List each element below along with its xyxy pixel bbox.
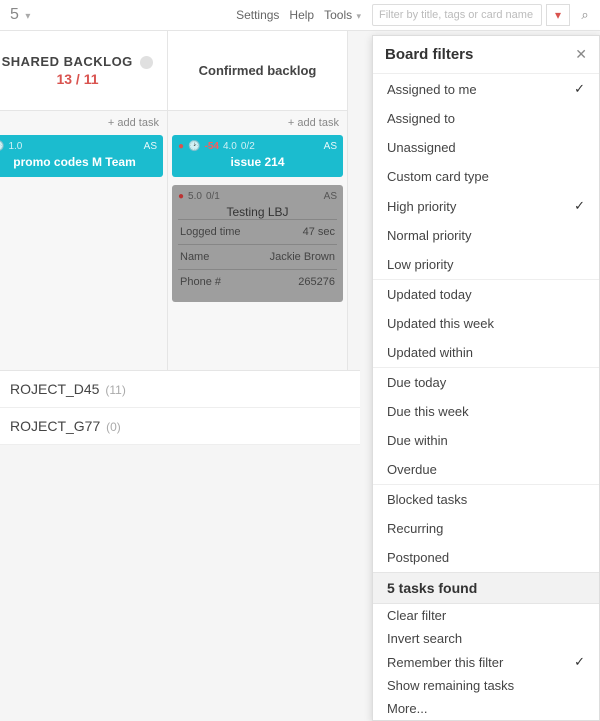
column-title: Confirmed backlog <box>199 63 317 78</box>
column-confirmed-backlog: Confirmed backlog + add task ● 🕑 -54 4.0… <box>168 31 348 370</box>
filter-item[interactable]: Low priority <box>373 250 599 279</box>
check-icon: ✓ <box>574 198 585 214</box>
panel-title: Board filters <box>385 46 575 63</box>
filter-item[interactable]: Overdue <box>373 455 599 484</box>
filter-item[interactable]: Normal priority <box>373 221 599 250</box>
filter-toggle-button[interactable]: ▾ <box>546 4 570 26</box>
help-link[interactable]: Help <box>284 8 319 22</box>
filter-item[interactable]: Assigned to <box>373 104 599 133</box>
board-filters-panel: Board filters ✕ Assigned to me✓ Assigned… <box>372 35 600 721</box>
card[interactable]: 🕑 1.0 AS promo codes M Team <box>0 135 163 177</box>
project-count: (11) <box>105 383 125 397</box>
info-icon[interactable] <box>140 56 153 69</box>
card[interactable]: ● 5.0 0/1 AS Testing LBJ Logged time 47 … <box>172 185 343 302</box>
column-title: SHARED BACKLOG <box>2 54 133 69</box>
card-estimate: 5.0 <box>188 191 202 202</box>
chevron-down-icon: ▾ <box>25 11 30 22</box>
check-icon: ✓ <box>574 654 585 670</box>
clock-icon: 🕑 <box>0 141 4 152</box>
card-estimate: 4.0 <box>223 141 237 152</box>
card-title: issue 214 <box>178 153 337 169</box>
filter-status: 5 tasks found <box>373 572 599 604</box>
column-shared-backlog: SHARED BACKLOG 13 / 11 + add task 🕑 1.0 … <box>0 31 168 370</box>
column-header: Confirmed backlog <box>168 31 347 111</box>
funnel-icon: ▾ <box>555 8 561 22</box>
chevron-down-icon: ▾ <box>356 11 361 21</box>
filter-list: Assigned to me✓ Assigned to Unassigned C… <box>373 74 599 572</box>
search-icon: ⌕ <box>581 7 588 23</box>
card-field: Logged time 47 sec <box>178 219 337 244</box>
settings-link[interactable]: Settings <box>231 8 284 22</box>
card-overdue: -54 <box>205 141 219 152</box>
card-subtask-ratio: 0/2 <box>241 141 255 152</box>
filter-item[interactable]: Custom card type <box>373 162 599 191</box>
filter-item[interactable]: Due this week <box>373 397 599 426</box>
topbar: 5 ▾ Settings Help Tools ▾ ▾ ⌕ <box>0 0 600 30</box>
card-title: promo codes M Team <box>0 153 157 169</box>
filter-item[interactable]: Postponed <box>373 543 599 572</box>
column-header: SHARED BACKLOG 13 / 11 <box>0 31 167 111</box>
search-button[interactable]: ⌕ <box>574 4 596 26</box>
filter-item[interactable]: Due today <box>373 368 599 397</box>
filter-input[interactable] <box>372 4 542 26</box>
filter-item[interactable]: Due within <box>373 426 599 455</box>
pin-icon: ● <box>178 141 184 152</box>
invert-search-action[interactable]: Invert search <box>373 627 599 650</box>
breadcrumb[interactable]: 5 ▾ <box>4 6 36 24</box>
card-field: Name Jackie Brown <box>178 244 337 269</box>
filter-item[interactable]: Updated this week <box>373 309 599 338</box>
project-row[interactable]: ROJECT_D45 (11) <box>0 371 360 408</box>
card[interactable]: ● 🕑 -54 4.0 0/2 AS issue 214 <box>172 135 343 177</box>
filter-item[interactable]: Unassigned <box>373 133 599 162</box>
card-initials: AS <box>324 191 337 202</box>
card-title: Testing LBJ <box>178 203 337 219</box>
column-count: 13 / 11 <box>56 71 98 87</box>
project-list: ROJECT_D45 (11) ROJECT_G77 (0) <box>0 370 360 445</box>
breadcrumb-text: 5 <box>10 6 19 23</box>
add-task-button[interactable]: + add task <box>168 111 347 133</box>
close-icon[interactable]: ✕ <box>575 46 587 63</box>
project-row[interactable]: ROJECT_G77 (0) <box>0 408 360 445</box>
project-name: ROJECT_G77 <box>10 418 100 434</box>
card-subtask-ratio: 0/1 <box>206 191 220 202</box>
filter-item[interactable]: Updated today <box>373 280 599 309</box>
more-action[interactable]: More... <box>373 697 599 720</box>
filter-item[interactable]: High priority✓ <box>373 191 599 221</box>
filter-item[interactable]: Updated within <box>373 338 599 367</box>
add-task-button[interactable]: + add task <box>0 111 167 133</box>
project-name: ROJECT_D45 <box>10 381 99 397</box>
tools-link[interactable]: Tools ▾ <box>319 8 366 22</box>
pin-icon: ● <box>178 191 184 202</box>
filter-item[interactable]: Blocked tasks <box>373 485 599 514</box>
card-field: Phone # 265276 <box>178 269 337 294</box>
clock-icon: 🕑 <box>188 141 200 152</box>
filter-item[interactable]: Assigned to me✓ <box>373 74 599 104</box>
show-remaining-action[interactable]: Show remaining tasks <box>373 674 599 697</box>
filter-actions: Clear filter Invert search Remember this… <box>373 604 599 720</box>
card-initials: AS <box>144 141 157 152</box>
panel-header: Board filters ✕ <box>373 36 599 74</box>
card-estimate: 1.0 <box>8 141 22 152</box>
check-icon: ✓ <box>574 81 585 97</box>
filter-item[interactable]: Recurring <box>373 514 599 543</box>
card-initials: AS <box>324 141 337 152</box>
project-count: (0) <box>106 420 121 434</box>
remember-filter-action[interactable]: Remember this filter✓ <box>373 650 599 674</box>
clear-filter-action[interactable]: Clear filter <box>373 604 599 627</box>
